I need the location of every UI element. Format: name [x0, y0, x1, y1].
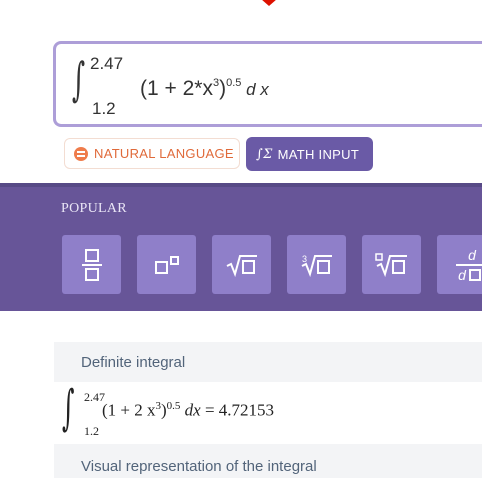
- math-input-label: MATH INPUT: [277, 146, 360, 162]
- result-value: = 4.72153: [204, 400, 275, 420]
- square-root-icon: [226, 254, 257, 277]
- popular-palette: POPULAR 3 d d: [0, 183, 482, 311]
- fraction-icon: [81, 248, 102, 281]
- visual-representation-header: Visual representation of the integral: [54, 444, 482, 478]
- differential: d x: [246, 80, 269, 99]
- palette-label: POPULAR: [61, 201, 127, 216]
- result-content: ∫ 2.47 1.2 (1 + 2 x3)0.5 dx = 4.72153: [54, 380, 482, 444]
- cube-root-button[interactable]: 3: [287, 235, 346, 294]
- superscript-icon: [154, 255, 179, 274]
- math-input-button[interactable]: ∫Σ MATH INPUT: [246, 137, 373, 171]
- result-expression: (1 + 2 x3)0.5 dx = 4.72153: [102, 400, 274, 421]
- result-expr-start: (1 + 2 x: [102, 400, 156, 420]
- cube-root-index: 3: [302, 254, 307, 264]
- outer-exponent: 0.5: [226, 77, 242, 90]
- derivative-button[interactable]: d d: [437, 235, 482, 294]
- nth-root-button[interactable]: [362, 235, 421, 294]
- lower-limit[interactable]: 1.2: [92, 99, 116, 119]
- derivative-bottom: d: [458, 267, 467, 283]
- derivative-icon: d d: [455, 247, 482, 283]
- fraction-button[interactable]: [62, 235, 121, 294]
- math-input-field[interactable]: ∫ 2.47 1.2 (1 + 2*x3)0.5 d x: [53, 41, 482, 127]
- math-symbol-icon: ∫Σ: [256, 146, 273, 162]
- integral-symbol: ∫: [72, 52, 86, 106]
- natural-language-button[interactable]: NATURAL LANGUAGE: [64, 138, 240, 169]
- square-root-button[interactable]: [212, 235, 271, 294]
- result-integral-symbol: ∫: [62, 380, 75, 436]
- result-title: Definite integral: [81, 354, 186, 371]
- superscript-button[interactable]: [137, 235, 196, 294]
- result-lower-limit: 1.2: [84, 424, 99, 438]
- cube-root-icon: 3: [301, 254, 332, 277]
- logo-icon: [253, 0, 285, 6]
- equals-icon: [74, 146, 88, 161]
- integrand-open: (1 + 2*x: [140, 77, 213, 100]
- nth-root-icon: [374, 252, 407, 277]
- derivative-top: d: [468, 247, 477, 263]
- result-dx: dx: [184, 400, 201, 420]
- result-header: Definite integral: [54, 342, 482, 382]
- result-exp: 0.5: [166, 400, 181, 412]
- natural-language-label: NATURAL LANGUAGE: [94, 146, 234, 161]
- integrand[interactable]: (1 + 2*x3)0.5 d x: [140, 77, 269, 101]
- upper-limit[interactable]: 2.47: [90, 54, 123, 74]
- visual-representation-title: Visual representation of the integral: [81, 458, 317, 475]
- cube-exponent: 3: [212, 77, 220, 90]
